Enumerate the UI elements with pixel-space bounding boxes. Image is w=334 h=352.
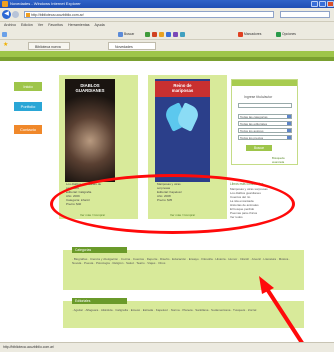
blue-tool-icon[interactable] — [165, 31, 171, 37]
navigation-bar: ◀ http://biblioteca.ucuzbiblio.com.ar/ — [0, 8, 334, 22]
menu-tools[interactable]: Herramientas — [68, 23, 90, 27]
status-text: http://biblioteca.ucuzbiblio.com.ar/ — [3, 345, 55, 349]
maximize-button[interactable] — [319, 1, 326, 7]
back-arrow-icon[interactable]: ◀ — [2, 10, 11, 19]
categories-panel — [63, 250, 304, 290]
select-editorial[interactable]: Todas las editoriales — [238, 121, 292, 126]
categories-list[interactable]: · Biografías · Ciencia y divulgación · C… — [72, 257, 297, 265]
tab-biblioteca[interactable]: Biblioteca nueva — [28, 42, 70, 50]
book-cover-title-1: DIABLOS GUARDIANES — [75, 83, 105, 93]
select-price[interactable]: Todos los precios — [238, 135, 292, 140]
select-author[interactable]: Todos los autores — [238, 128, 292, 133]
top-accent-bar-dark — [0, 57, 334, 61]
purple-tool-icon[interactable] — [172, 31, 178, 37]
minimize-button[interactable] — [311, 1, 318, 7]
tab-novedades[interactable]: Novedades — [108, 42, 156, 50]
select-category[interactable]: Todas las categorías — [238, 114, 292, 119]
editorials-panel — [63, 301, 304, 328]
red-tool-icon[interactable] — [151, 31, 157, 37]
chevron-down-icon — [287, 129, 291, 132]
annotation-ellipse — [50, 174, 295, 234]
search-panel: Ingrese título/autor Todas las categoría… — [231, 79, 298, 165]
address-text: http://biblioteca.ucuzbiblio.com.ar/ — [31, 13, 84, 17]
sidebar-button-contacto[interactable]: Contacto — [14, 125, 42, 134]
search-button[interactable]: Buscar — [246, 145, 272, 151]
menu-edit[interactable]: Edición — [21, 23, 33, 27]
forward-arrow-icon[interactable] — [12, 11, 19, 18]
chevron-down-icon — [287, 115, 291, 118]
options-icon — [276, 31, 281, 37]
magnifier-icon — [118, 31, 123, 37]
menu-help[interactable]: Ayuda — [95, 23, 105, 27]
sidebar-button-inicio[interactable]: Inicio — [14, 82, 42, 91]
site-favicon-icon — [26, 13, 30, 17]
toolbar-logo[interactable] — [2, 31, 8, 37]
book-cover-1[interactable]: DIABLOS GUARDIANES — [65, 79, 115, 182]
window-titlebar: Novedades - Windows Internet Explorer — [0, 0, 334, 8]
menu-file[interactable]: Archivo — [4, 23, 16, 27]
teal-tool-icon[interactable] — [179, 31, 185, 37]
bookmarks-button[interactable]: Marcadores — [238, 31, 261, 37]
categories-header: Categorías — [72, 247, 127, 253]
options-button[interactable]: Opciones — [276, 31, 296, 37]
sidebar-button-portfolio[interactable]: Portfolio — [14, 102, 42, 111]
toolbar-search-button[interactable]: Buscar — [118, 31, 134, 37]
book-cover-2[interactable]: Reino de mariposas — [155, 79, 210, 182]
window-title: Novedades - Windows Internet Explorer — [10, 1, 81, 6]
menu-favorites[interactable]: Favoritos — [48, 23, 63, 27]
chevron-down-icon — [287, 136, 291, 139]
browser-logo-icon — [2, 1, 8, 7]
search-panel-header — [232, 80, 297, 86]
chevron-down-icon — [287, 122, 291, 125]
close-button[interactable] — [327, 1, 334, 7]
green-tool-icon[interactable] — [145, 31, 150, 37]
menu-bar: Archivo Edición Ver Favoritos Herramient… — [0, 22, 334, 29]
editorials-header: Editoriales — [72, 298, 127, 304]
favorites-star-icon[interactable]: ★ — [3, 42, 8, 49]
book-cover-title-2: Reino de mariposas — [171, 83, 194, 93]
search-box[interactable] — [280, 11, 330, 18]
advanced-search-link[interactable]: Búsqueda avanzada — [272, 156, 297, 164]
toolbar: Buscar Marcadores Opciones — [0, 29, 334, 40]
toolbar-logo-icon — [2, 31, 7, 37]
orange-tool-icon[interactable] — [158, 31, 164, 37]
address-bar[interactable]: http://biblioteca.ucuzbiblio.com.ar/ — [24, 11, 274, 18]
search-input-label: Ingrese título/autor — [244, 95, 273, 99]
editorials-list[interactable]: · Aguilar · Alfaguara · Atlántida · Cali… — [72, 308, 297, 312]
menu-view[interactable]: Ver — [38, 23, 43, 27]
search-input[interactable] — [238, 103, 292, 108]
bookmark-icon — [238, 31, 243, 37]
toolbar-icons — [145, 31, 186, 37]
